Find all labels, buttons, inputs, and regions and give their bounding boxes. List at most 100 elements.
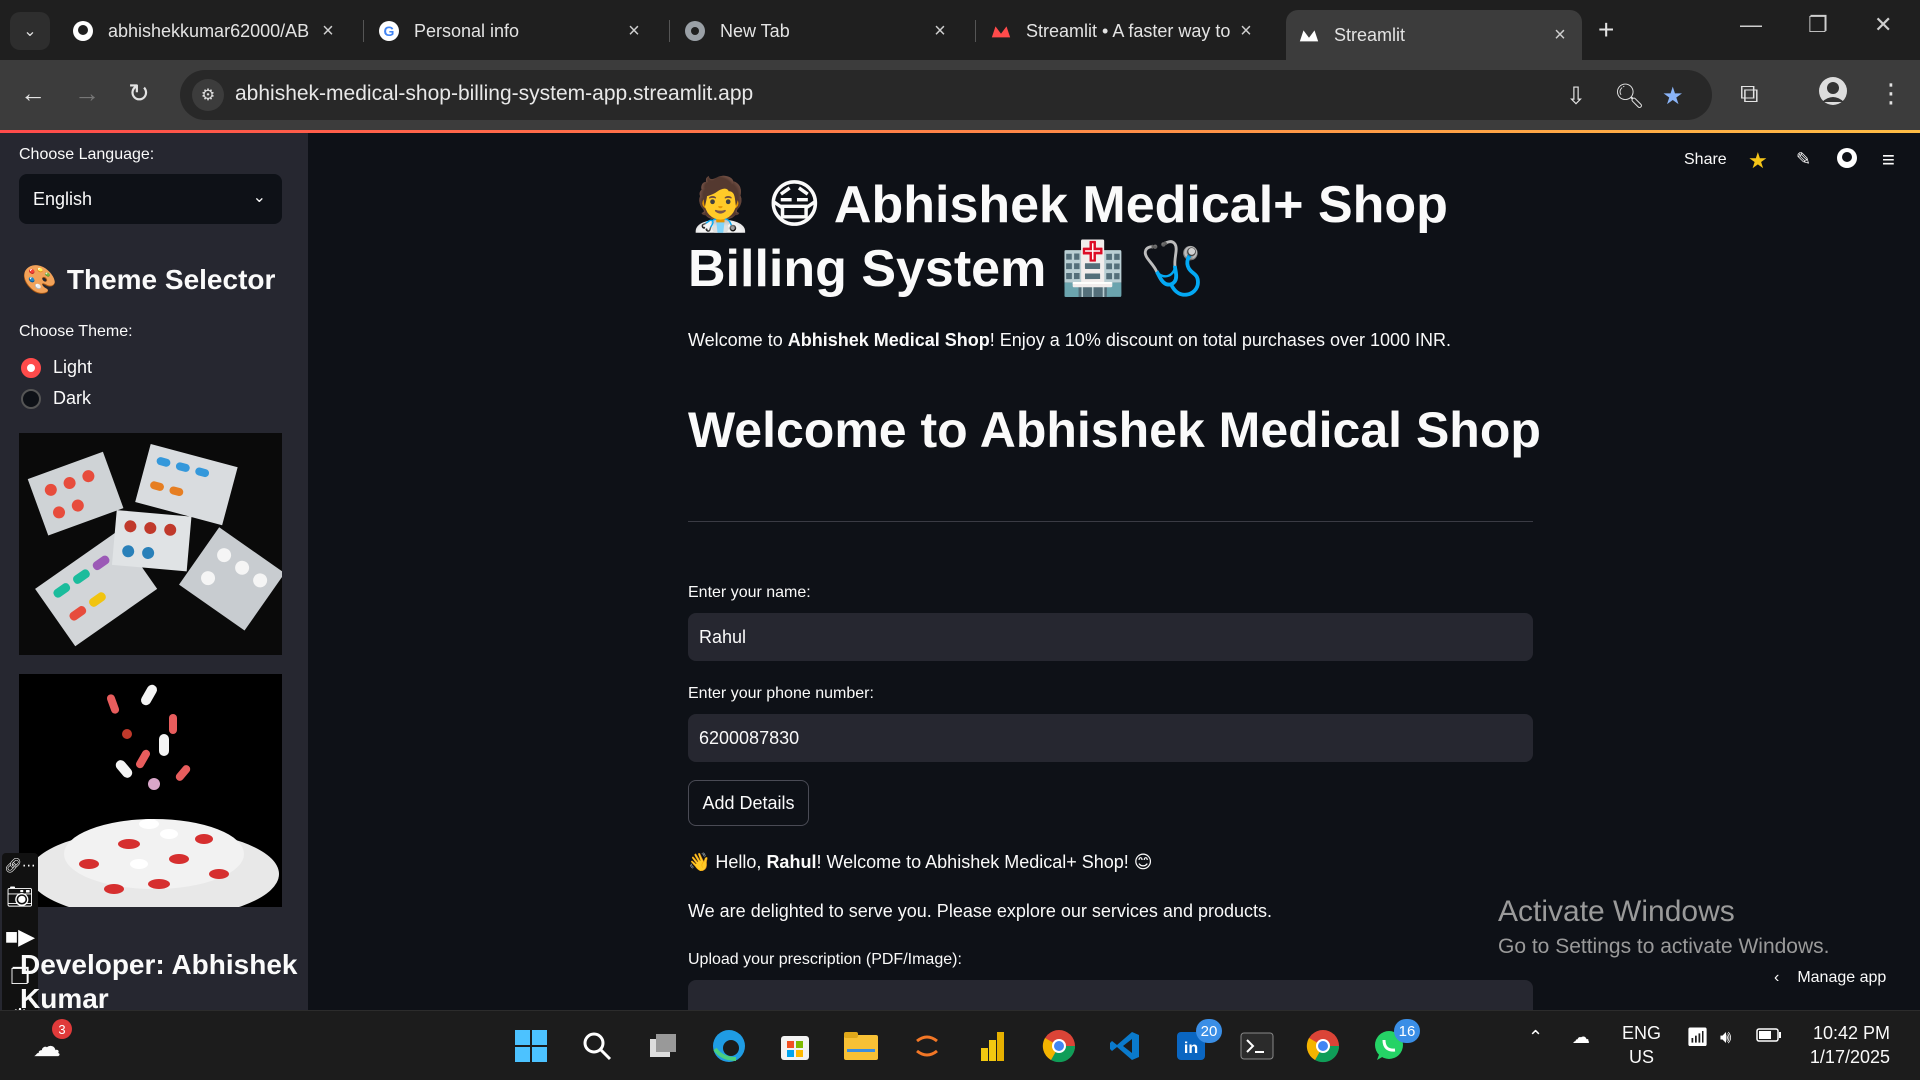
- streamlit-icon: [1298, 24, 1320, 46]
- system-clock[interactable]: 10:42 PM 1/17/2025: [1800, 1021, 1890, 1069]
- jupyter-icon[interactable]: [906, 1025, 948, 1067]
- url-text[interactable]: abhishek-medical-shop-billing-system-app…: [235, 82, 753, 106]
- windows-start-icon[interactable]: [510, 1025, 552, 1067]
- welcome-heading: Welcome to Abhishek Medical Shop: [688, 402, 1541, 458]
- language-select[interactable]: English ⌄: [19, 174, 282, 224]
- input-language-indicator[interactable]: ENG US: [1622, 1021, 1661, 1069]
- medicine-blister-packs-image: [19, 433, 282, 655]
- chrome-profile-icon[interactable]: [1302, 1025, 1344, 1067]
- tab-separator: [669, 20, 670, 42]
- close-icon[interactable]: ×: [318, 20, 338, 43]
- manage-app-button[interactable]: ‹ Manage app: [1774, 969, 1886, 987]
- browser-tab-streamlit-site[interactable]: Streamlit • A faster way to ×: [978, 10, 1268, 52]
- link-more-icon[interactable]: 🔗︎⋯: [2, 853, 38, 877]
- microsoft-store-icon[interactable]: [774, 1025, 816, 1067]
- whatsapp-icon[interactable]: 16: [1368, 1019, 1420, 1067]
- upload-label: Upload your prescription (PDF/Image):: [688, 951, 962, 968]
- theme-radio-dark[interactable]: Dark: [21, 388, 91, 409]
- prescription-uploader[interactable]: [688, 980, 1533, 1010]
- intro-suffix: ! Enjoy a 10% discount on total purchase…: [989, 330, 1452, 350]
- name-label: Enter your name:: [688, 584, 811, 601]
- phone-input[interactable]: 6200087830: [688, 714, 1533, 762]
- search-icon[interactable]: [576, 1025, 618, 1067]
- back-icon[interactable]: ←: [20, 78, 46, 109]
- camera-icon[interactable]: 📷︎: [2, 877, 38, 917]
- radio-selected-icon: [21, 357, 41, 378]
- reload-icon[interactable]: ↻: [128, 78, 150, 109]
- edge-browser-icon[interactable]: [708, 1025, 750, 1067]
- volume-icon[interactable]: 🔊︎: [1720, 1027, 1731, 1048]
- chrome-icon[interactable]: [1038, 1025, 1080, 1067]
- tab-title: New Tab: [720, 20, 790, 41]
- lang-line-2: US: [1629, 1047, 1655, 1067]
- name-input[interactable]: Rahul: [688, 613, 1533, 661]
- clock-date: 1/17/2025: [1809, 1047, 1890, 1067]
- delighted-message: We are delighted to serve you. Please ex…: [688, 901, 1272, 921]
- task-view-icon[interactable]: [642, 1025, 684, 1067]
- chevron-up-icon[interactable]: ⌃: [1528, 1027, 1543, 1048]
- shop-name-bold: Abhishek Medical Shop: [787, 330, 990, 350]
- zoom-icon[interactable]: 🔍︎: [1614, 82, 1644, 111]
- close-icon[interactable]: ×: [930, 20, 950, 43]
- vscode-icon[interactable]: [1104, 1025, 1146, 1067]
- share-button[interactable]: Share: [1684, 151, 1727, 169]
- battery-icon[interactable]: [1756, 1027, 1782, 1048]
- address-bar[interactable]: ⚙ abhishek-medical-shop-billing-system-a…: [180, 70, 1712, 120]
- forward-icon[interactable]: →: [74, 78, 100, 109]
- restore-icon[interactable]: ❐: [1808, 12, 1828, 38]
- share-label: Share: [1684, 151, 1727, 168]
- activate-subtitle: Go to Settings to activate Windows.: [1498, 935, 1830, 958]
- browser-tab-strip: ⌄ abhishekkumar62000/AB × G Personal inf…: [0, 0, 1920, 60]
- close-icon[interactable]: ×: [1236, 20, 1256, 43]
- close-icon[interactable]: ×: [624, 20, 644, 43]
- browser-menu-icon[interactable]: ⋮: [1878, 78, 1904, 109]
- sidebar: Choose Language: English ⌄ 🎨 Theme Selec…: [0, 133, 308, 1010]
- browser-tab-github[interactable]: abhishekkumar62000/AB ×: [60, 10, 350, 52]
- theme-heading: 🎨 Theme Selector: [22, 263, 275, 296]
- weather-badge: 3: [52, 1019, 72, 1039]
- install-app-icon[interactable]: ⇩: [1566, 82, 1586, 111]
- browser-tab-streamlit-active[interactable]: Streamlit ×: [1286, 10, 1582, 60]
- github-icon[interactable]: [1836, 147, 1858, 169]
- chevron-down-icon: ⌄: [23, 23, 37, 40]
- tab-title: Personal info: [414, 20, 520, 41]
- onedrive-icon[interactable]: ☁: [1572, 1027, 1590, 1048]
- browser-tab-new-tab[interactable]: New Tab ×: [672, 10, 962, 52]
- divider: [688, 521, 1533, 522]
- chevron-left-icon: ‹: [1774, 969, 1780, 986]
- browser-tab-personal-info[interactable]: G Personal info ×: [366, 10, 656, 52]
- tab-search-button[interactable]: ⌄: [10, 12, 50, 50]
- power-bi-icon[interactable]: [972, 1025, 1014, 1067]
- edit-pencil-icon[interactable]: ✎: [1796, 149, 1811, 170]
- main-content: Share ★ ✎ ≡ 🧑‍⚕️ 😷 Abhishek Medical+ Sho…: [308, 133, 1920, 1010]
- site-settings-icon[interactable]: ⚙: [192, 79, 224, 111]
- new-tab-button[interactable]: +: [1598, 14, 1614, 46]
- svg-text:in: in: [1184, 1040, 1198, 1057]
- chevron-down-icon: ⌄: [252, 189, 266, 206]
- tab-title: abhishekkumar62000/AB: [108, 20, 310, 41]
- intro-text: Welcome to Abhishek Medical Shop! Enjoy …: [688, 330, 1451, 351]
- profile-avatar[interactable]: [1818, 76, 1848, 113]
- linkedin-badge: 20: [1196, 1019, 1222, 1043]
- bookmark-star-icon[interactable]: ★: [1662, 82, 1684, 111]
- close-icon[interactable]: ×: [1550, 24, 1570, 47]
- star-icon[interactable]: ★: [1748, 148, 1768, 174]
- extensions-icon[interactable]: ⧉: [1740, 78, 1759, 110]
- taskbar: ☁ 3 in 20 16 ⌃ ☁ ENG US 📶︎ 🔊︎ 10:42 PM 1…: [0, 1010, 1920, 1080]
- linkedin-icon[interactable]: in 20: [1170, 1019, 1222, 1067]
- streamlit-icon: [990, 20, 1012, 42]
- terminal-icon[interactable]: [1236, 1025, 1278, 1067]
- hamburger-menu-icon[interactable]: ≡: [1882, 147, 1895, 173]
- weather-icon[interactable]: ☁ 3: [26, 1019, 72, 1067]
- manage-app-label: Manage app: [1797, 969, 1887, 986]
- language-label: Choose Language:: [19, 146, 155, 163]
- file-explorer-icon[interactable]: [840, 1025, 882, 1067]
- theme-radio-light[interactable]: Light: [21, 357, 92, 378]
- hello-name: Rahul: [766, 852, 817, 872]
- add-details-button[interactable]: Add Details: [688, 780, 809, 826]
- minimize-icon[interactable]: —: [1740, 12, 1762, 38]
- close-window-icon[interactable]: ✕: [1874, 12, 1892, 38]
- hello-suffix: ! Welcome to Abhishek Medical+ Shop! 😊: [816, 852, 1153, 872]
- wifi-icon[interactable]: 📶︎: [1686, 1027, 1709, 1048]
- activate-title: Activate Windows: [1498, 895, 1735, 928]
